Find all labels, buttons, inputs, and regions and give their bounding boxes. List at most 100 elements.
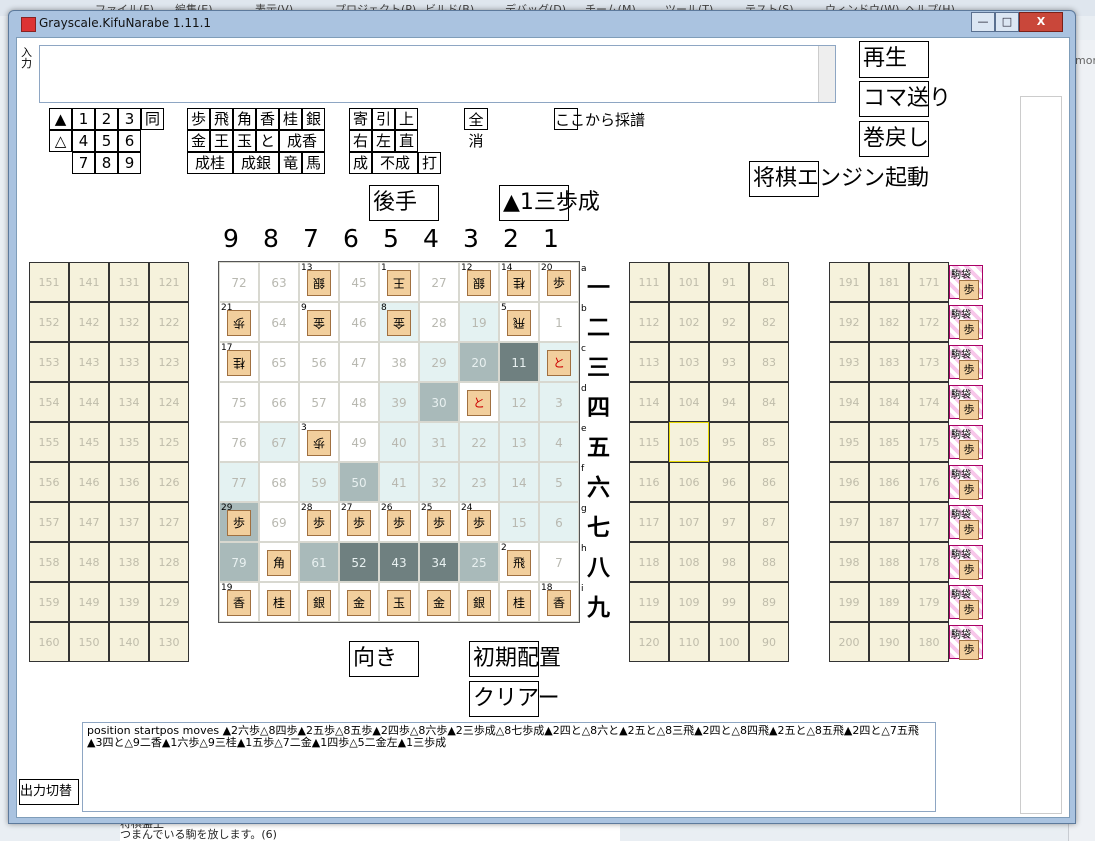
shogi-piece[interactable]: 歩 <box>347 510 371 536</box>
stand-square[interactable]: 92 <box>709 302 749 342</box>
stand-square[interactable]: 127 <box>149 502 189 542</box>
stand-square[interactable]: 108 <box>669 542 709 582</box>
stand-square[interactable]: 124 <box>149 382 189 422</box>
input-textarea[interactable] <box>39 45 836 103</box>
stand-square[interactable]: 88 <box>749 542 789 582</box>
stand-square[interactable]: 101 <box>669 262 709 302</box>
keypad-key[interactable]: 2 <box>95 108 118 130</box>
shogi-piece[interactable]: 銀 <box>307 270 331 296</box>
stand-square[interactable]: 110 <box>669 622 709 662</box>
stand-square[interactable]: 144 <box>69 382 109 422</box>
shogi-piece[interactable]: 香 <box>227 590 251 616</box>
keypad-key[interactable]: 5 <box>95 130 118 152</box>
close-button[interactable]: X <box>1019 12 1063 32</box>
stand-square[interactable]: 123 <box>149 342 189 382</box>
stand-square[interactable]: 116 <box>629 462 669 502</box>
stand-square[interactable]: 175 <box>909 422 949 462</box>
komabukuro-piece[interactable]: 駒袋歩 <box>949 305 983 340</box>
stand-square[interactable]: 103 <box>669 342 709 382</box>
board-square[interactable]: 77 <box>219 462 259 502</box>
komabukuro-piece[interactable]: 駒袋歩 <box>949 345 983 380</box>
stand-square[interactable]: 121 <box>149 262 189 302</box>
board-square[interactable]: 64 <box>259 302 299 342</box>
stand-square[interactable]: 197 <box>829 502 869 542</box>
koko-kara-button[interactable]: ここから採譜 <box>554 108 645 130</box>
stand-square[interactable]: 179 <box>909 582 949 622</box>
shogi-piece[interactable]: 金 <box>347 590 371 616</box>
minimize-button[interactable]: — <box>971 12 995 32</box>
piece-key[interactable]: 香 <box>256 108 279 130</box>
stand-square[interactable]: 100 <box>709 622 749 662</box>
shogi-piece[interactable]: と <box>547 350 571 376</box>
stand-square[interactable]: 182 <box>869 302 909 342</box>
modifier-key[interactable]: 上 <box>395 108 418 130</box>
zenshou-button[interactable]: 全消 <box>464 108 488 150</box>
stand-square[interactable]: 145 <box>69 422 109 462</box>
komabukuro-piece[interactable]: 駒袋歩 <box>949 545 983 580</box>
stand-square[interactable]: 134 <box>109 382 149 422</box>
shogi-piece[interactable]: 歩 <box>307 430 331 456</box>
board-square[interactable]: 68 <box>259 462 299 502</box>
board-square[interactable]: 7 <box>539 542 579 582</box>
board-square[interactable]: 29 <box>419 342 459 382</box>
stand-square[interactable]: 142 <box>69 302 109 342</box>
stand-square[interactable]: 184 <box>869 382 909 422</box>
shogi-piece[interactable]: 金 <box>427 590 451 616</box>
board-square[interactable]: 50 <box>339 462 379 502</box>
board-square[interactable]: 32 <box>419 462 459 502</box>
board-square[interactable]: 23 <box>459 462 499 502</box>
stand-square[interactable]: 83 <box>749 342 789 382</box>
board-square[interactable]: 52 <box>339 542 379 582</box>
orientation-button[interactable]: 向き <box>349 641 419 677</box>
stand-square[interactable]: 196 <box>829 462 869 502</box>
board-square[interactable]: 25 <box>459 542 499 582</box>
stand-square[interactable]: 128 <box>149 542 189 582</box>
stand-square[interactable]: 81 <box>749 262 789 302</box>
shogi-piece[interactable]: 桂 <box>227 350 251 376</box>
board-square[interactable]: 39 <box>379 382 419 422</box>
board-square[interactable]: 38 <box>379 342 419 382</box>
output-toggle-button[interactable]: 出力切替 <box>19 779 79 805</box>
board-square[interactable]: 11 <box>499 342 539 382</box>
board-square[interactable]: 20 <box>459 342 499 382</box>
stand-square[interactable]: 98 <box>709 542 749 582</box>
stand-square[interactable]: 172 <box>909 302 949 342</box>
clear-button[interactable]: クリアー <box>469 681 560 717</box>
board-square[interactable]: 13 <box>499 422 539 462</box>
komabukuro-piece[interactable]: 駒袋歩 <box>949 425 983 460</box>
piece-key[interactable]: 歩 <box>187 108 210 130</box>
board-square[interactable]: 75 <box>219 382 259 422</box>
stand-square[interactable]: 199 <box>829 582 869 622</box>
board-square[interactable]: 46 <box>339 302 379 342</box>
board-square[interactable]: 69 <box>259 502 299 542</box>
shogi-piece[interactable]: 銀 <box>467 270 491 296</box>
board-square[interactable]: 15 <box>499 502 539 542</box>
shogi-piece[interactable]: と <box>467 390 491 416</box>
stand-square[interactable]: 131 <box>109 262 149 302</box>
board-square[interactable]: 61 <box>299 542 339 582</box>
keypad-key[interactable]: 3 <box>118 108 141 130</box>
stand-square[interactable]: 177 <box>909 502 949 542</box>
shogi-piece[interactable]: 銀 <box>467 590 491 616</box>
keypad-key[interactable]: 4 <box>72 130 95 152</box>
stand-square[interactable]: 174 <box>909 382 949 422</box>
stand-square[interactable]: 102 <box>669 302 709 342</box>
board-square[interactable]: 57 <box>299 382 339 422</box>
shogi-piece[interactable]: 銀 <box>307 590 331 616</box>
stand-square[interactable]: 155 <box>29 422 69 462</box>
keypad-key[interactable]: 1 <box>72 108 95 130</box>
stand-square[interactable]: 141 <box>69 262 109 302</box>
keypad-key[interactable]: △ <box>49 130 72 152</box>
keypad-key[interactable]: 7 <box>72 152 95 174</box>
piece-key[interactable]: 飛 <box>210 108 233 130</box>
stand-square[interactable]: 143 <box>69 342 109 382</box>
stand-square[interactable]: 149 <box>69 582 109 622</box>
stand-square[interactable]: 120 <box>629 622 669 662</box>
stand-square[interactable]: 156 <box>29 462 69 502</box>
stand-square[interactable]: 193 <box>829 342 869 382</box>
stand-square[interactable]: 122 <box>149 302 189 342</box>
keypad-key[interactable]: 6 <box>118 130 141 152</box>
shogi-piece[interactable]: 桂 <box>507 270 531 296</box>
stand-square[interactable]: 99 <box>709 582 749 622</box>
komabukuro-piece[interactable]: 駒袋歩 <box>949 505 983 540</box>
